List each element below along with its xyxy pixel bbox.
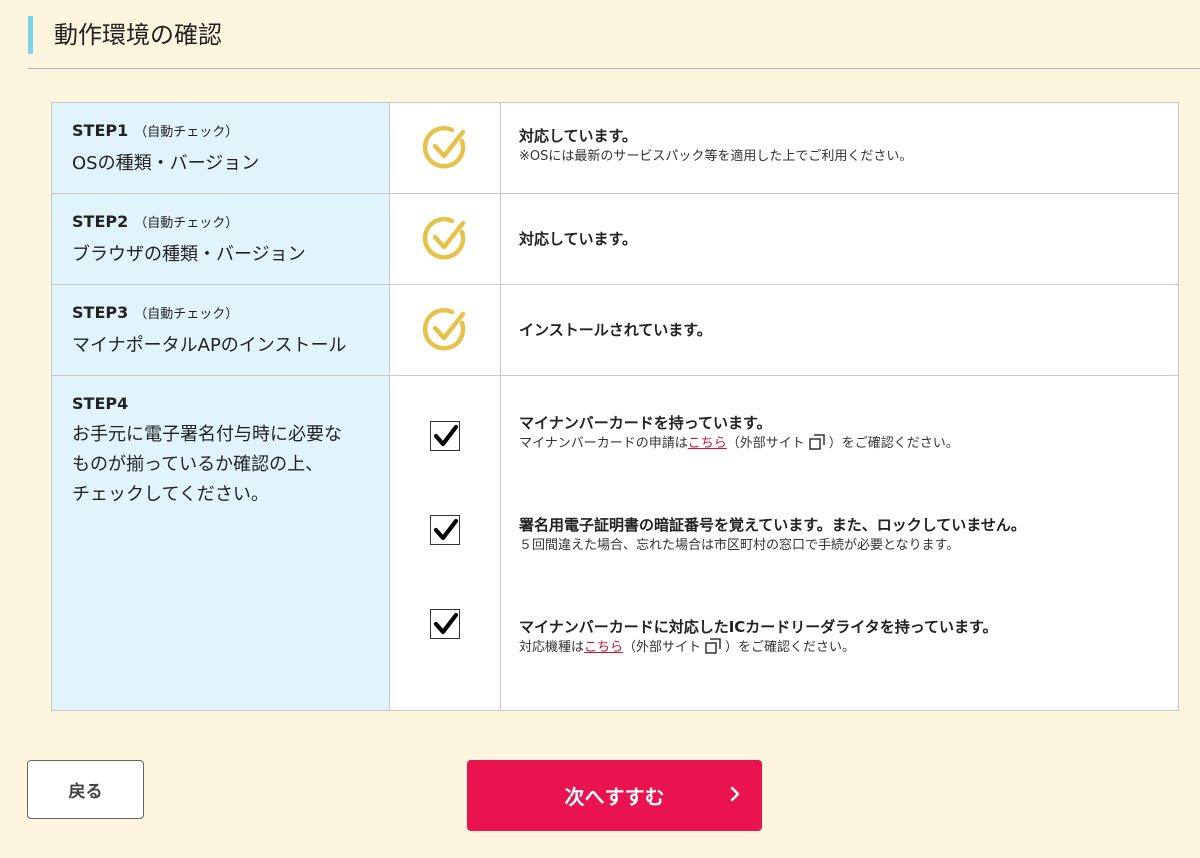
check-descriptions-cell: マイナンバーカードを持っています。 マイナンバーカードの申請はこちら（外部サイト…: [500, 375, 1179, 711]
checkbox-cell: [389, 375, 501, 711]
back-button-label: 戻る: [68, 782, 103, 802]
next-button[interactable]: 次へすすむ: [467, 760, 762, 831]
check-description: マイナンバーカードに対応したICカードリーダライタを持っています。 対応機種はこ…: [501, 608, 1178, 710]
check-label: マイナンバーカードを持っています。: [519, 414, 772, 432]
note-text: 対応機種は: [519, 640, 585, 655]
step-status-icon-cell: [389, 193, 501, 285]
step-status-icon-cell: [389, 102, 501, 194]
checkmark-icon: [433, 612, 459, 635]
card-application-link[interactable]: こちら: [688, 436, 727, 451]
page-title: 動作環境の確認: [54, 21, 222, 49]
check-circle-icon: [422, 217, 466, 260]
step-row-3: STEP3 （自動チェック） マイナポータルAPのインストール インストールされて…: [51, 284, 1179, 376]
step-description-cell: インストールされています。: [500, 284, 1179, 376]
step-description-cell: 対応しています。 ※OSには最新のサービスパック等を適用した上でご利用ください。: [500, 102, 1179, 194]
step-title: STEP3: [72, 303, 129, 322]
check-circle-icon: [422, 308, 466, 351]
external-link-icon: [809, 434, 825, 450]
status-note: ※OSには最新のサービスパック等を適用した上でご利用ください。: [519, 149, 913, 164]
check-item: [390, 404, 500, 498]
check-circle-icon: [422, 126, 466, 169]
step-title: STEP2: [72, 212, 129, 231]
check-description: 署名用電子証明書の暗証番号を覚えています。また、ロックしていません。 ５回間違え…: [501, 506, 1178, 608]
auto-check-note: （自動チェック）: [134, 307, 239, 322]
check-note: ５回間違えた場合、忘れた場合は市区町村の窓口で手続が必要となります。: [519, 538, 960, 553]
status-text: 対応しています。: [519, 230, 638, 248]
check-label: マイナンバーカードに対応したICカードリーダライタを持っています。: [519, 618, 998, 636]
environment-check-table: STEP1 （自動チェック） OSの種類・バージョン 対応しています。 ※OSには…: [51, 102, 1179, 711]
step-description-cell: 対応しています。: [500, 193, 1179, 285]
status-text: 対応しています。: [519, 127, 638, 145]
step-row-2: STEP2 （自動チェック） ブラウザの種類・バージョン 対応しています。: [51, 193, 1179, 285]
instruction-line: チェックしてください。: [72, 484, 269, 505]
step-row-4: STEP4 お手元に電子署名付与時に必要な ものが揃っているか確認の上、 チェッ…: [51, 375, 1179, 711]
check-note: 対応機種はこちら（外部サイト ）をご確認ください。: [501, 638, 1178, 658]
check-note: マイナンバーカードの申請はこちら（外部サイト ）をご確認ください。: [501, 434, 1178, 454]
card-reader-checkbox[interactable]: [430, 609, 460, 639]
step-label-cell: STEP3 （自動チェック） マイナポータルAPのインストール: [51, 284, 390, 376]
external-link-icon: [705, 638, 721, 654]
note-text: （外部サイト: [623, 640, 702, 655]
note-text: ）をご確認ください。: [828, 436, 959, 451]
check-item: [390, 498, 500, 592]
checkmark-icon: [433, 518, 459, 541]
back-button[interactable]: 戻る: [27, 760, 144, 819]
header-accent-bar: [28, 16, 33, 54]
instruction-line: ものが揃っているか確認の上、: [72, 454, 324, 475]
step-row-1: STEP1 （自動チェック） OSの種類・バージョン 対応しています。 ※OSには…: [51, 102, 1179, 194]
step-label-cell: STEP1 （自動チェック） OSの種類・バージョン: [51, 102, 390, 194]
step-name: OSの種類・バージョン: [72, 153, 260, 174]
chevron-right-icon: [730, 786, 740, 802]
check-description: マイナンバーカードを持っています。 マイナンバーカードの申請はこちら（外部サイト…: [501, 376, 1178, 506]
step-label-cell: STEP2 （自動チェック） ブラウザの種類・バージョン: [51, 193, 390, 285]
step-label-cell: STEP4 お手元に電子署名付与時に必要な ものが揃っているか確認の上、 チェッ…: [51, 375, 390, 711]
page-header: 動作環境の確認: [28, 12, 1200, 69]
auto-check-note: （自動チェック）: [134, 125, 239, 140]
note-text: ）をご確認ください。: [725, 640, 856, 655]
note-text: （外部サイト: [726, 436, 805, 451]
step4-instructions: お手元に電子署名付与時に必要な ものが揃っているか確認の上、 チェックしてくださ…: [72, 420, 369, 510]
note-text: マイナンバーカードの申請は: [519, 436, 688, 451]
card-checkbox[interactable]: [430, 421, 460, 451]
checkmark-icon: [433, 424, 459, 447]
supported-devices-link[interactable]: こちら: [584, 640, 623, 655]
check-label: 署名用電子証明書の暗証番号を覚えています。また、ロックしていません。: [519, 516, 1026, 534]
step-title: STEP4: [72, 394, 129, 413]
status-text: インストールされています。: [519, 321, 712, 339]
auto-check-note: （自動チェック）: [134, 216, 239, 231]
step-title: STEP1: [72, 121, 129, 140]
pin-checkbox[interactable]: [430, 515, 460, 545]
step-status-icon-cell: [389, 284, 501, 376]
step-name: ブラウザの種類・バージョン: [72, 244, 306, 265]
next-button-label: 次へすすむ: [564, 785, 665, 809]
step-name: マイナポータルAPのインストール: [72, 335, 347, 356]
check-item: [390, 592, 500, 686]
instruction-line: お手元に電子署名付与時に必要な: [72, 424, 342, 445]
